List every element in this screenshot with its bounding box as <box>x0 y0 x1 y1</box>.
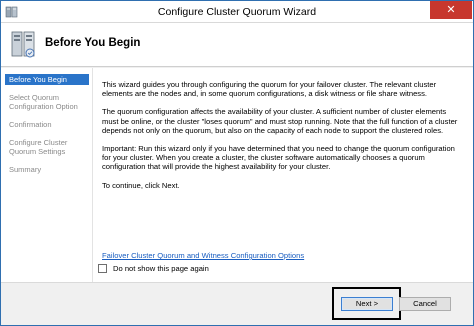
dont-show-checkbox[interactable] <box>98 264 107 273</box>
page-title: Before You Begin <box>45 37 141 49</box>
sidebar-item-summary[interactable]: Summary <box>5 164 89 175</box>
sidebar-item-configure-settings[interactable]: Configure Cluster Quorum Settings <box>5 137 89 157</box>
important-paragraph: Important: Run this wizard only if you h… <box>102 144 455 172</box>
cluster-servers-icon <box>10 29 38 59</box>
sidebar-item-before-you-begin[interactable]: Before You Begin <box>5 74 89 85</box>
close-icon: ✕ <box>446 4 456 16</box>
sidebar-item-confirmation[interactable]: Confirmation <box>5 119 89 130</box>
sidebar-divider <box>92 68 93 282</box>
window-title: Configure Cluster Quorum Wizard <box>157 6 317 18</box>
page-header: Before You Begin <box>1 23 473 67</box>
wizard-window: Configure Cluster Quorum Wizard ✕ Before… <box>0 0 474 326</box>
button-bar: Next > Cancel <box>1 282 473 325</box>
intro-paragraph: This wizard guides you through configuri… <box>102 80 437 99</box>
dont-show-label: Do not show this page again <box>113 264 209 273</box>
main-text: This wizard guides you through configuri… <box>102 80 462 199</box>
wizard-content: Before You Begin Select Quorum Configura… <box>1 68 473 282</box>
cancel-button[interactable]: Cancel <box>399 297 451 311</box>
dont-show-row[interactable]: Do not show this page again <box>98 264 209 273</box>
sidebar-item-select-quorum[interactable]: Select Quorum Configuration Option <box>5 92 89 112</box>
close-button[interactable]: ✕ <box>430 1 472 19</box>
step-sidebar: Before You Begin Select Quorum Configura… <box>5 74 89 280</box>
continue-paragraph: To continue, click Next. <box>102 180 180 190</box>
availability-paragraph: The quorum configuration affects the ava… <box>102 107 458 135</box>
title-bar: Configure Cluster Quorum Wizard ✕ <box>1 1 473 23</box>
next-button[interactable]: Next > <box>341 297 393 311</box>
quorum-options-link[interactable]: Failover Cluster Quorum and Witness Conf… <box>102 251 304 260</box>
